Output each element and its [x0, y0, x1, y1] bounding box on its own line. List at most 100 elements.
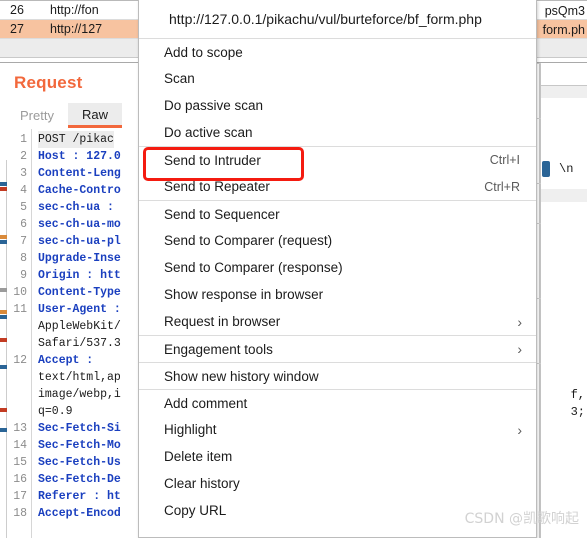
marker	[0, 240, 7, 244]
line-number: 1	[20, 133, 27, 146]
request-line-text: Upgrade-Inse	[38, 252, 121, 265]
menu-item-clear-history[interactable]: Clear history	[139, 470, 536, 497]
line-number	[6, 318, 31, 335]
menu-item-label: Copy URL	[164, 503, 227, 518]
menu-item-label: Delete item	[164, 449, 233, 464]
menu-item-send-to-intruder[interactable]: Send to Intruder Ctrl+I	[139, 146, 536, 173]
request-line-text: POST /pikac	[38, 131, 114, 148]
panel-divider[interactable]	[539, 63, 541, 538]
line-number: 14	[13, 439, 27, 452]
request-line-text: Cache-Contro	[38, 184, 121, 197]
response-marker-chip	[542, 161, 550, 177]
menu-item-label: Send to Repeater	[164, 179, 270, 194]
chevron-right-icon: ›	[517, 421, 522, 438]
line-number: 7	[20, 235, 27, 248]
menu-item-label: Clear history	[164, 476, 240, 491]
menu-item-label: Highlight	[164, 422, 217, 437]
marker	[0, 428, 7, 432]
marker	[0, 187, 7, 191]
context-menu-url-header: http://127.0.0.1/pikachu/vul/burteforce/…	[139, 0, 536, 38]
menu-item-label: Request in browser	[164, 314, 281, 329]
tab-pretty[interactable]: Pretty	[6, 103, 68, 128]
menu-item-show-response-in-browser[interactable]: Show response in browser	[139, 281, 536, 308]
page-title: Request	[14, 73, 83, 92]
request-line-text: text/html,ap	[38, 371, 121, 384]
row-tail: psQm3	[544, 3, 585, 18]
row-tail: form.ph	[542, 22, 585, 37]
request-line-text: Origin : htt	[38, 269, 121, 282]
menu-item-request-in-browser[interactable]: Request in browser ›	[139, 308, 536, 335]
menu-item-label: Engagement tools	[164, 341, 273, 357]
request-view-tabs: Pretty Raw	[6, 103, 122, 128]
menu-item-label: Do passive scan	[164, 98, 264, 113]
context-menu[interactable]: http://127.0.0.1/pikachu/vul/burteforce/…	[138, 0, 537, 538]
line-number: 13	[13, 422, 27, 435]
menu-item-label: Send to Comparer (response)	[164, 260, 343, 275]
line-number: 2	[20, 150, 27, 163]
menu-item-label: Send to Comparer (request)	[164, 233, 333, 248]
menu-item-do-active-scan[interactable]: Do active scan	[139, 119, 536, 146]
menu-item-send-to-comparer-response[interactable]: Send to Comparer (response)	[139, 254, 536, 281]
request-line-text: Sec-Fetch-De	[38, 473, 121, 486]
request-line-text: Sec-Fetch-Us	[38, 456, 121, 469]
line-number: 17	[13, 490, 27, 503]
marker	[0, 315, 7, 319]
line-number: 5	[20, 201, 27, 214]
request-line-text: sec-ch-ua-pl	[38, 235, 121, 248]
watermark: CSDN @凯歌响起	[464, 511, 579, 527]
request-line-text: Content-Type	[38, 286, 121, 299]
line-number: 6	[20, 218, 27, 231]
menu-item-show-new-history-window[interactable]: Show new history window	[139, 362, 536, 389]
request-line-text: Sec-Fetch-Mo	[38, 439, 121, 452]
menu-item-do-passive-scan[interactable]: Do passive scan	[139, 92, 536, 119]
newline-token: \n	[559, 162, 574, 176]
line-number: 9	[20, 269, 27, 282]
request-line-text: sec-ch-ua-mo	[38, 218, 121, 231]
menu-item-send-to-repeater[interactable]: Send to Repeater Ctrl+R	[139, 173, 536, 200]
line-number	[6, 369, 31, 386]
marker	[0, 235, 7, 239]
menu-item-engagement-tools[interactable]: Engagement tools ›	[139, 335, 536, 362]
response-strip	[541, 189, 587, 202]
request-line-text: sec-ch-ua :	[38, 201, 114, 214]
menu-item-add-to-scope[interactable]: Add to scope	[139, 38, 536, 65]
tab-raw[interactable]: Raw	[67, 103, 122, 128]
menu-item-label: Do active scan	[164, 125, 253, 140]
request-line-text: image/webp,i	[38, 388, 121, 401]
request-line-text: Host : 127.0	[38, 150, 121, 163]
menu-item-add-comment[interactable]: Add comment	[139, 389, 536, 416]
marker	[0, 365, 7, 369]
line-number: 11	[13, 303, 27, 316]
menu-item-delete-item[interactable]: Delete item	[139, 443, 536, 470]
menu-item-send-to-sequencer[interactable]: Send to Sequencer	[139, 200, 536, 227]
menu-item-scan[interactable]: Scan	[139, 65, 536, 92]
chevron-right-icon: ›	[517, 341, 522, 357]
editor-marker-strip[interactable]	[0, 160, 7, 538]
line-number: 18	[13, 507, 27, 520]
menu-item-send-to-comparer-request[interactable]: Send to Comparer (request)	[139, 227, 536, 254]
menu-item-label: Send to Sequencer	[164, 206, 280, 222]
line-number	[6, 335, 31, 352]
request-line-text: Safari/537.3	[38, 337, 121, 350]
context-menu-url-text: http://127.0.0.1/pikachu/vul/burteforce/…	[169, 11, 482, 27]
menu-item-label: Scan	[164, 71, 195, 86]
request-line-text: q=0.9	[38, 405, 73, 418]
menu-item-label: Show response in browser	[164, 287, 324, 302]
response-text-fragment: 3;	[570, 405, 585, 419]
request-line-text: AppleWebKit/	[38, 320, 121, 333]
row-index: 27	[10, 22, 24, 36]
context-menu-items: Add to scope Scan Do passive scan Do active…	[139, 38, 536, 524]
menu-item-label: Add to scope	[164, 44, 243, 60]
line-number	[6, 386, 31, 403]
marker	[0, 310, 7, 314]
line-number: 8	[20, 252, 27, 265]
menu-item-highlight[interactable]: Highlight ›	[139, 416, 536, 443]
line-number: 16	[13, 473, 27, 486]
line-number-gutter: 1 2 3 4 5 6 7 8 9 10 11 12 13 14 15 16 17 18	[6, 129, 32, 538]
line-number: 3	[20, 167, 27, 180]
request-line-text: User-Agent :	[38, 303, 121, 316]
menu-item-label: Show new history window	[164, 368, 319, 384]
menu-item-shortcut: Ctrl+I	[489, 153, 520, 167]
app-root: 26 http://fon psQm3 27 http://127 form.p…	[0, 0, 587, 538]
request-line-text: Referer : ht	[38, 490, 121, 503]
